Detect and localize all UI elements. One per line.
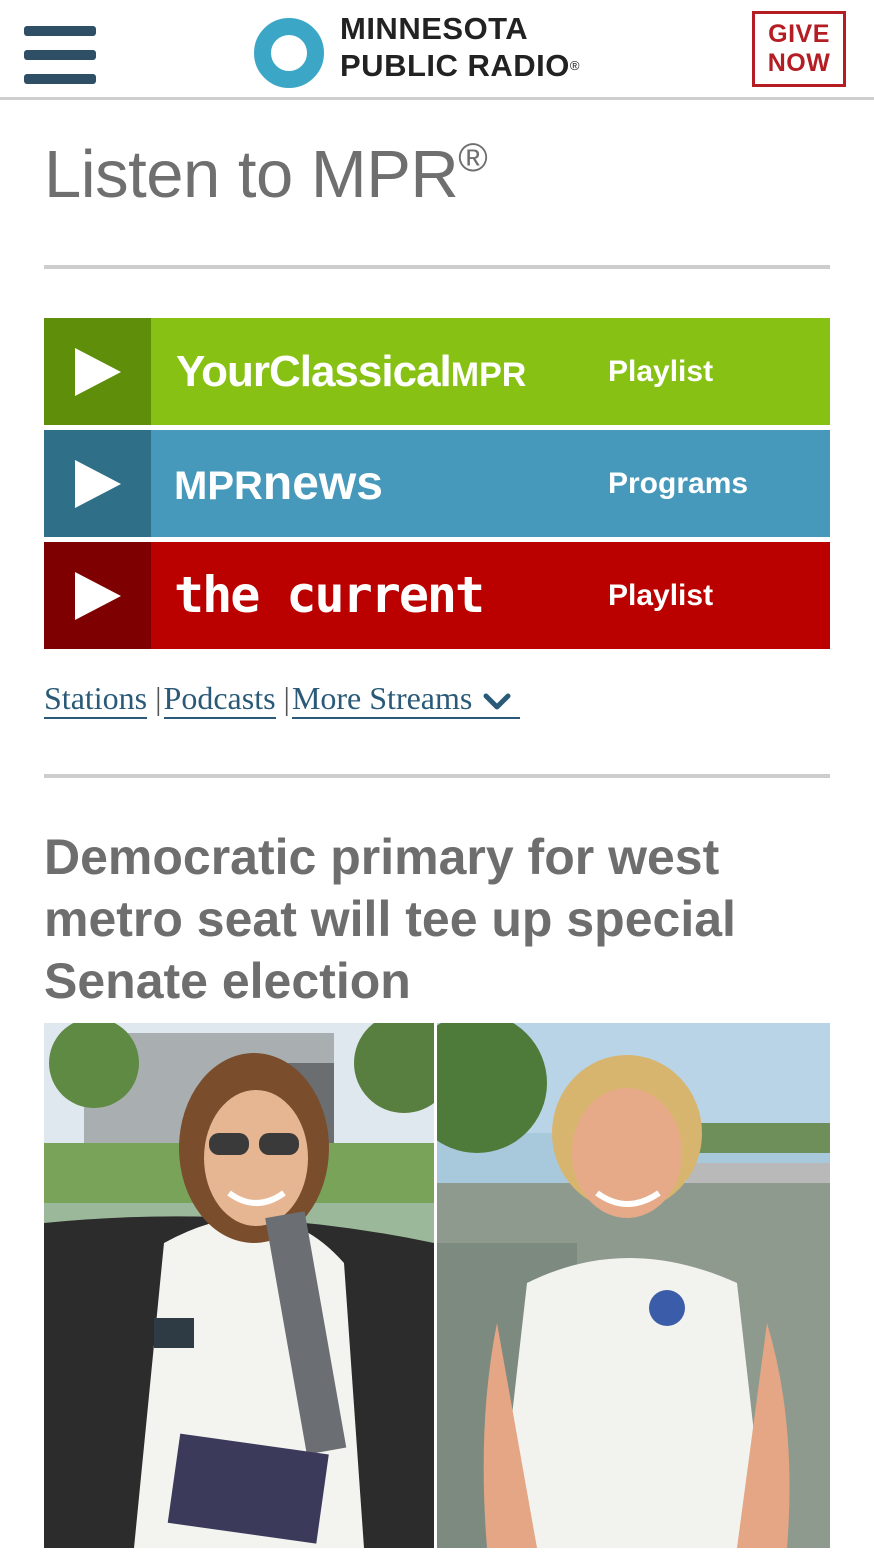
listen-title: Listen to MPR® <box>44 136 488 213</box>
play-icon <box>75 460 121 508</box>
hamburger-menu-icon[interactable] <box>24 26 96 86</box>
mprnews-brand-main: news <box>262 457 383 510</box>
chevron-down-icon <box>483 693 511 710</box>
divider <box>44 265 830 269</box>
play-yourclassical-button[interactable] <box>44 318 151 425</box>
candidate-photo-right-image <box>437 1023 830 1548</box>
yourclassical-logo[interactable]: YourClassicalMPR <box>176 318 526 425</box>
candidate-photo-left-image <box>44 1023 434 1548</box>
article-photo-right[interactable] <box>437 1023 830 1548</box>
play-mprnews-button[interactable] <box>44 430 151 537</box>
podcasts-link[interactable]: Podcasts <box>163 680 276 719</box>
yourclassical-brand-main: YourClassical <box>176 347 452 396</box>
mprnews-programs-link[interactable]: Programs <box>608 430 748 537</box>
give-now-line-2: NOW <box>767 49 831 77</box>
mpr-logo[interactable]: MINNESOTA PUBLIC RADIO® <box>254 10 634 88</box>
logo-wordmark: MINNESOTA PUBLIC RADIO® <box>340 10 580 84</box>
listen-title-registered-mark: ® <box>458 136 488 180</box>
logo-ring-icon <box>254 18 324 88</box>
stations-link[interactable]: Stations <box>44 680 148 719</box>
play-icon <box>75 572 121 620</box>
give-now-line-1: GIVE <box>768 20 830 48</box>
mprnews-brand-prefix: MPR <box>174 464 263 508</box>
more-streams-link[interactable]: More Streams <box>291 680 521 719</box>
yourclassical-brand-suffix: MPR <box>450 356 527 394</box>
listen-title-text: Listen to MPR <box>44 137 459 212</box>
stream-yourclassical: YourClassicalMPR Playlist <box>44 318 830 425</box>
stream-thecurrent: the current Playlist <box>44 542 830 649</box>
site-header: MINNESOTA PUBLIC RADIO® GIVE NOW <box>0 0 874 100</box>
yourclassical-playlist-link[interactable]: Playlist <box>608 318 713 425</box>
link-separator: | <box>283 680 290 716</box>
play-thecurrent-button[interactable] <box>44 542 151 649</box>
link-separator: | <box>155 680 162 716</box>
more-streams-label: More Streams <box>291 680 473 716</box>
article-photo-left[interactable] <box>44 1023 434 1548</box>
stream-mprnews: MPRnews Programs <box>44 430 830 537</box>
give-now-button[interactable]: GIVE NOW <box>752 11 846 87</box>
divider <box>44 774 830 778</box>
logo-registered-mark: ® <box>569 58 580 73</box>
stream-sublinks: Stations |Podcasts |More Streams <box>44 680 521 719</box>
logo-line-1: MINNESOTA <box>340 11 529 46</box>
play-icon <box>75 348 121 396</box>
article-headline[interactable]: Democratic primary for west metro seat w… <box>44 826 834 1012</box>
thecurrent-playlist-link[interactable]: Playlist <box>608 542 713 649</box>
logo-line-2: PUBLIC RADIO <box>340 48 570 83</box>
mprnews-logo[interactable]: MPRnews <box>174 430 383 537</box>
thecurrent-logo[interactable]: the current <box>174 542 485 649</box>
